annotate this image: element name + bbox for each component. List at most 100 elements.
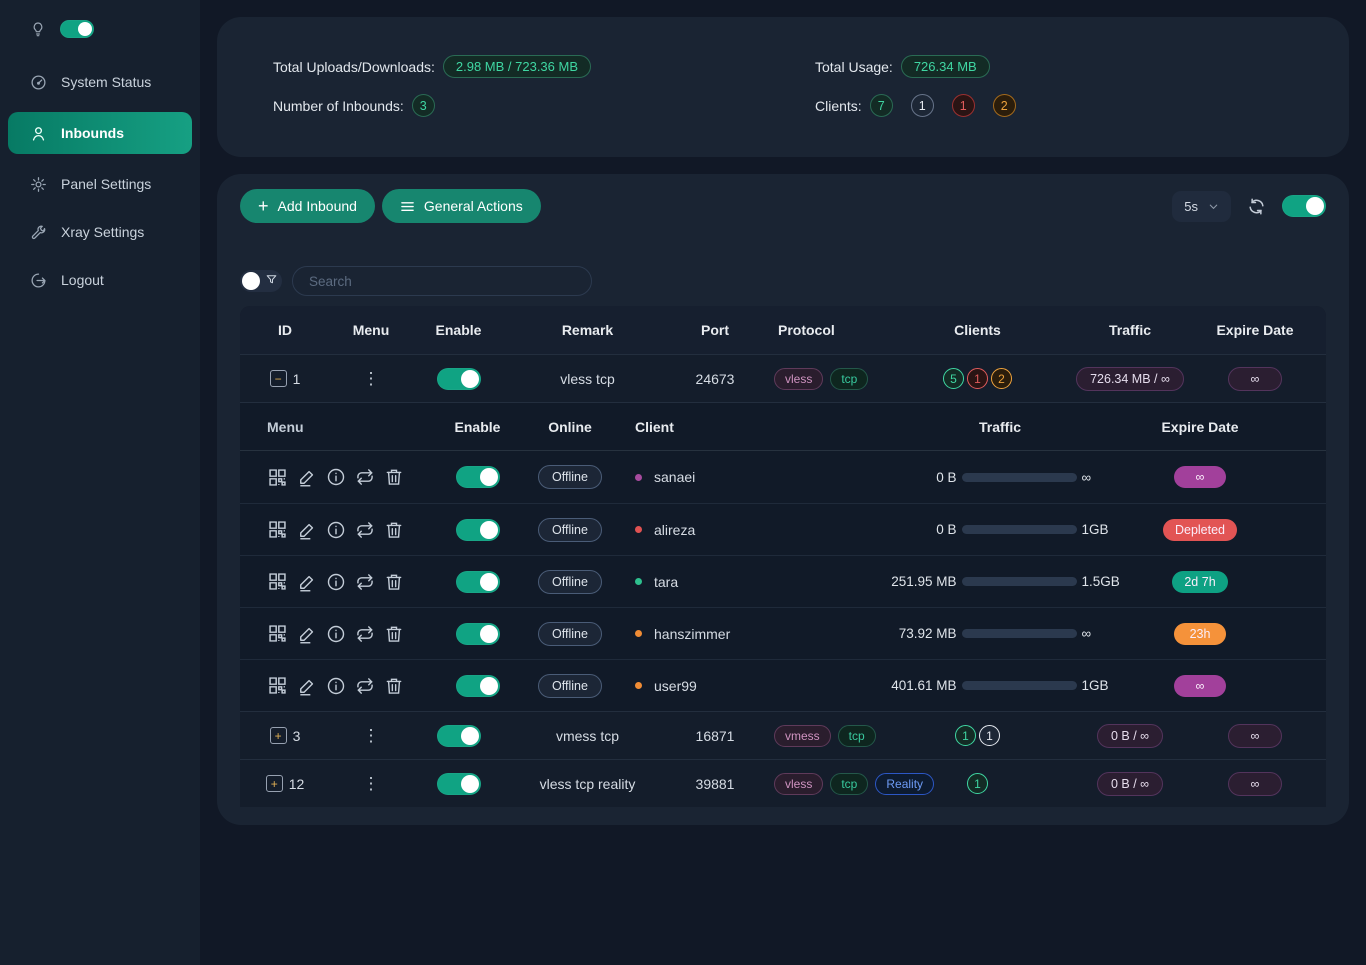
refresh-interval-select[interactable]: 5s [1172, 191, 1231, 222]
sidebar-item-label: Logout [61, 272, 104, 288]
table-row: − 1 ⋮ vless tcp 24673 vless tcp 5 1 2 72… [240, 354, 1326, 402]
traffic-limit: 1.5GB [1082, 574, 1122, 589]
info-icon[interactable] [326, 520, 346, 540]
sidebar-item-inbounds[interactable]: Inbounds [8, 112, 192, 154]
stats-left: Total Uploads/Downloads: 2.98 MB / 723.3… [273, 55, 815, 157]
sidebar-item-label: Inbounds [61, 125, 124, 141]
sidebar: System Status Inbounds Panel Settings Xr… [0, 0, 200, 965]
edit-icon[interactable] [297, 467, 317, 487]
client-name: tara [654, 574, 678, 590]
expand-row-button[interactable]: + [266, 775, 283, 792]
sidebar-item-xray-settings[interactable]: Xray Settings [0, 212, 200, 252]
traffic-limit: ∞ [1082, 470, 1122, 485]
enable-toggle[interactable] [437, 773, 481, 795]
client-row: Offline sanaei 0 B ∞ ∞ [240, 451, 1326, 503]
theme-toggle[interactable] [60, 20, 94, 38]
delete-icon[interactable] [384, 676, 404, 696]
row-menu-icon[interactable]: ⋮ [363, 775, 380, 792]
sidebar-item-panel-settings[interactable]: Panel Settings [0, 164, 200, 204]
collapse-row-button[interactable]: − [270, 370, 287, 387]
client-enable-toggle[interactable] [456, 571, 500, 593]
clients-count-orange: 2 [993, 94, 1016, 117]
protocol-badge: tcp [830, 773, 868, 795]
online-status-badge: Offline [538, 570, 602, 594]
delete-icon[interactable] [384, 467, 404, 487]
info-icon[interactable] [326, 624, 346, 644]
funnel-icon [265, 273, 278, 286]
edit-icon[interactable] [297, 624, 317, 644]
enable-toggle[interactable] [437, 725, 481, 747]
edit-icon[interactable] [297, 572, 317, 592]
traffic-used: 73.92 MB [879, 626, 957, 641]
expire-date-badge: ∞ [1228, 724, 1283, 748]
client-name: sanaei [654, 469, 695, 485]
client-traffic: 0 B ∞ [855, 470, 1145, 485]
inbound-remark: vmess tcp [505, 728, 670, 744]
client-enable-toggle[interactable] [456, 623, 500, 645]
qr-code-icon[interactable] [267, 519, 288, 540]
client-traffic: 401.61 MB 1GB [855, 678, 1145, 693]
online-status-badge: Offline [538, 518, 602, 542]
online-status-badge: Offline [538, 674, 602, 698]
client-enable-toggle[interactable] [456, 466, 500, 488]
client-enable-toggle[interactable] [456, 675, 500, 697]
search-input[interactable] [292, 266, 592, 296]
stat-label: Clients: [815, 98, 862, 114]
auto-refresh-toggle[interactable] [1282, 195, 1326, 217]
gear-icon [30, 176, 47, 193]
protocol-badge: tcp [830, 368, 868, 390]
stats-right: Total Usage: 726.34 MB Clients: 7 1 1 2 [815, 55, 1016, 157]
subcol-enable: Enable [430, 419, 525, 435]
row-menu-icon[interactable]: ⋮ [363, 727, 380, 744]
traffic-used: 0 B [879, 522, 957, 537]
traffic-limit: 1GB [1082, 678, 1122, 693]
add-inbound-button[interactable]: + Add Inbound [240, 189, 375, 223]
subcol-traffic: Traffic [855, 419, 1145, 435]
filter-toggle[interactable] [240, 270, 282, 292]
delete-icon[interactable] [384, 520, 404, 540]
protocol-badge: tcp [838, 725, 876, 747]
delete-icon[interactable] [384, 624, 404, 644]
row-menu-icon[interactable]: ⋮ [363, 370, 380, 387]
reset-traffic-icon[interactable] [355, 676, 375, 696]
delete-icon[interactable] [384, 572, 404, 592]
client-count-badge: 1 [955, 725, 976, 746]
edit-icon[interactable] [297, 520, 317, 540]
general-actions-button[interactable]: General Actions [382, 189, 541, 223]
expand-row-button[interactable]: + [270, 727, 287, 744]
info-icon[interactable] [326, 572, 346, 592]
reset-traffic-icon[interactable] [355, 572, 375, 592]
qr-code-icon[interactable] [267, 675, 288, 696]
client-name: hanszimmer [654, 626, 730, 642]
client-expire-badge: Depleted [1163, 519, 1237, 541]
sidebar-item-system-status[interactable]: System Status [0, 62, 200, 102]
inbound-id: 3 [293, 728, 301, 744]
subcol-expire-date: Expire Date [1145, 419, 1255, 435]
reset-traffic-icon[interactable] [355, 467, 375, 487]
refresh-icon[interactable] [1247, 197, 1266, 216]
expire-date-badge: ∞ [1228, 367, 1283, 391]
info-icon[interactable] [326, 467, 346, 487]
sidebar-item-label: System Status [61, 74, 151, 90]
reset-traffic-icon[interactable] [355, 520, 375, 540]
table-header: ID Menu Enable Remark Port Protocol Clie… [240, 306, 1326, 354]
client-color-dot [635, 578, 642, 585]
edit-icon[interactable] [297, 676, 317, 696]
client-enable-toggle[interactable] [456, 519, 500, 541]
traffic-used: 251.95 MB [879, 574, 957, 589]
sidebar-item-logout[interactable]: Logout [0, 260, 200, 300]
stat-number-of-inbounds: Number of Inbounds: 3 [273, 94, 815, 117]
reset-traffic-icon[interactable] [355, 624, 375, 644]
inbound-id: 1 [293, 371, 301, 387]
col-port: Port [670, 322, 760, 338]
inbound-id: 12 [289, 776, 305, 792]
qr-code-icon[interactable] [267, 571, 288, 592]
enable-toggle[interactable] [437, 368, 481, 390]
client-row: Offline hanszimmer 73.92 MB ∞ 23h [240, 607, 1326, 659]
clients-subtable: Menu Enable Online Client Traffic Expire… [240, 402, 1326, 711]
info-icon[interactable] [326, 676, 346, 696]
clients-count-red: 1 [952, 94, 975, 117]
qr-code-icon[interactable] [267, 623, 288, 644]
inbound-port: 16871 [670, 728, 760, 744]
qr-code-icon[interactable] [267, 467, 288, 488]
